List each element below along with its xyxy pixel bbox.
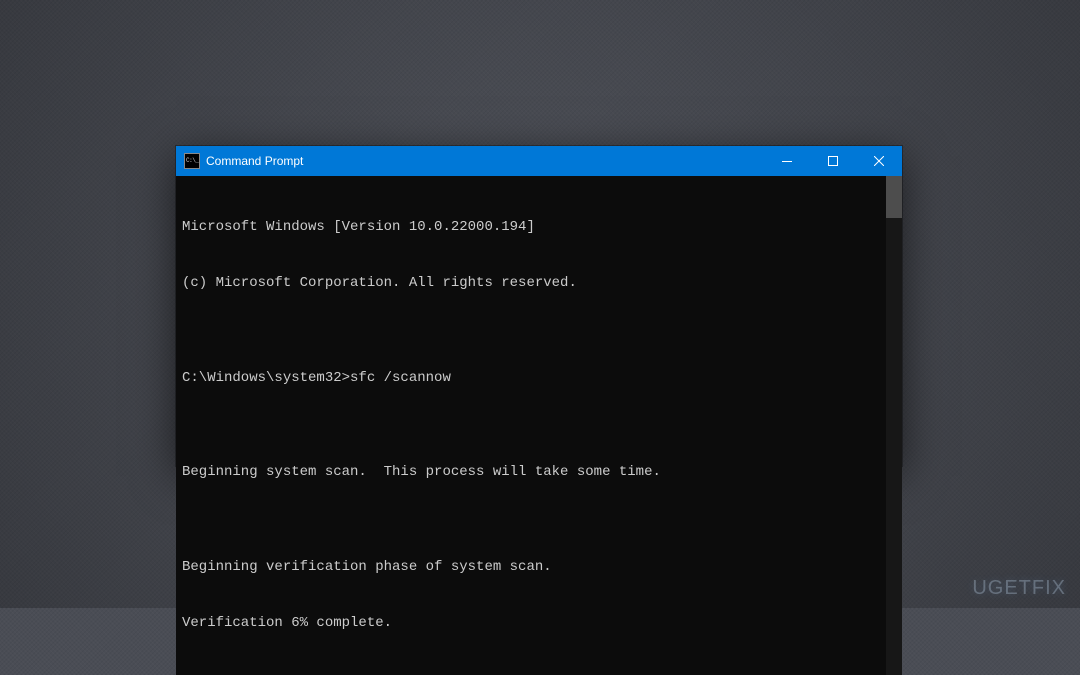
terminal-body: Microsoft Windows [Version 10.0.22000.19… [176,176,902,675]
vertical-scrollbar[interactable] [886,176,902,675]
maximize-button[interactable] [810,146,856,176]
window-title: Command Prompt [206,154,303,168]
minimize-icon [782,161,792,162]
terminal-line: (c) Microsoft Corporation. All rights re… [182,274,880,293]
titlebar[interactable]: C:\_ Command Prompt [176,146,902,176]
close-icon [874,156,884,166]
minimize-button[interactable] [764,146,810,176]
terminal-line: Beginning verification phase of system s… [182,558,880,577]
terminal-output[interactable]: Microsoft Windows [Version 10.0.22000.19… [176,176,886,675]
terminal-line: Beginning system scan. This process will… [182,463,880,482]
watermark-text: UGETFIX [972,577,1066,599]
command-prompt-window: C:\_ Command Prompt Microsoft Windows [V… [176,146,902,466]
app-icon-glyph: C:\_ [186,158,198,164]
scrollbar-thumb[interactable] [886,176,902,218]
terminal-line: Verification 6% complete. [182,614,880,633]
terminal-line: C:\Windows\system32>sfc /scannow [182,369,880,388]
maximize-icon [828,156,838,166]
app-icon: C:\_ [184,153,200,169]
terminal-line: Microsoft Windows [Version 10.0.22000.19… [182,218,880,237]
watermark-logo: UGETFIX [972,577,1066,600]
close-button[interactable] [856,146,902,176]
